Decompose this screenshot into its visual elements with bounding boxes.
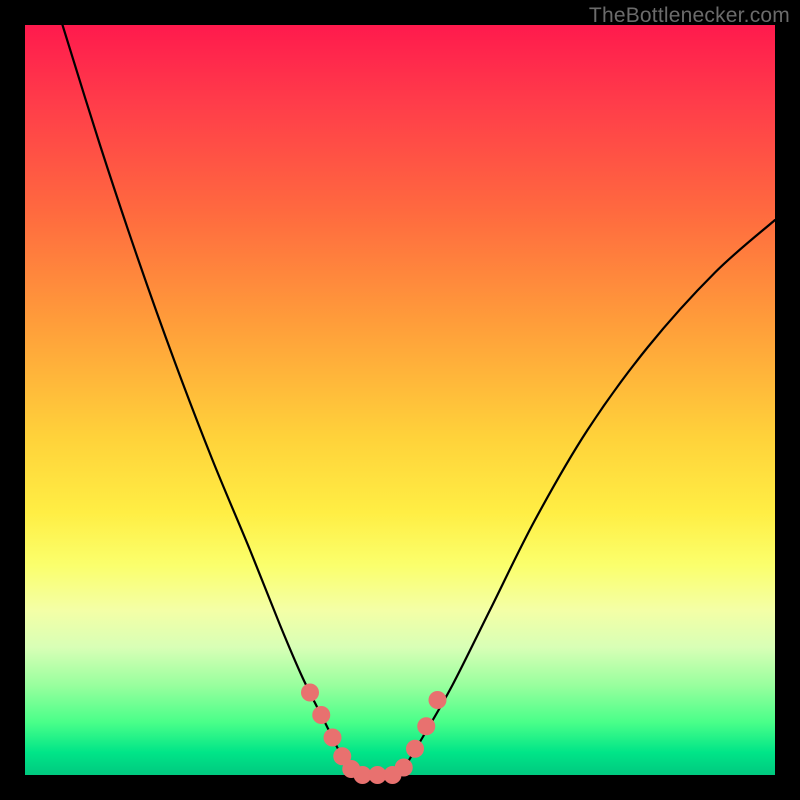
watermark-text: TheBottlenecker.com bbox=[589, 4, 790, 28]
marker-dot bbox=[417, 717, 435, 735]
marker-dot bbox=[406, 740, 424, 758]
marker-dot bbox=[312, 706, 330, 724]
marker-dot bbox=[395, 759, 413, 777]
marker-dot bbox=[301, 684, 319, 702]
right-curve-path bbox=[400, 220, 775, 775]
chart-frame bbox=[25, 25, 775, 775]
chart-svg bbox=[25, 25, 775, 775]
marker-dot bbox=[429, 691, 447, 709]
left-curve-path bbox=[63, 25, 356, 775]
marker-dot bbox=[324, 729, 342, 747]
marker-group bbox=[301, 684, 447, 785]
